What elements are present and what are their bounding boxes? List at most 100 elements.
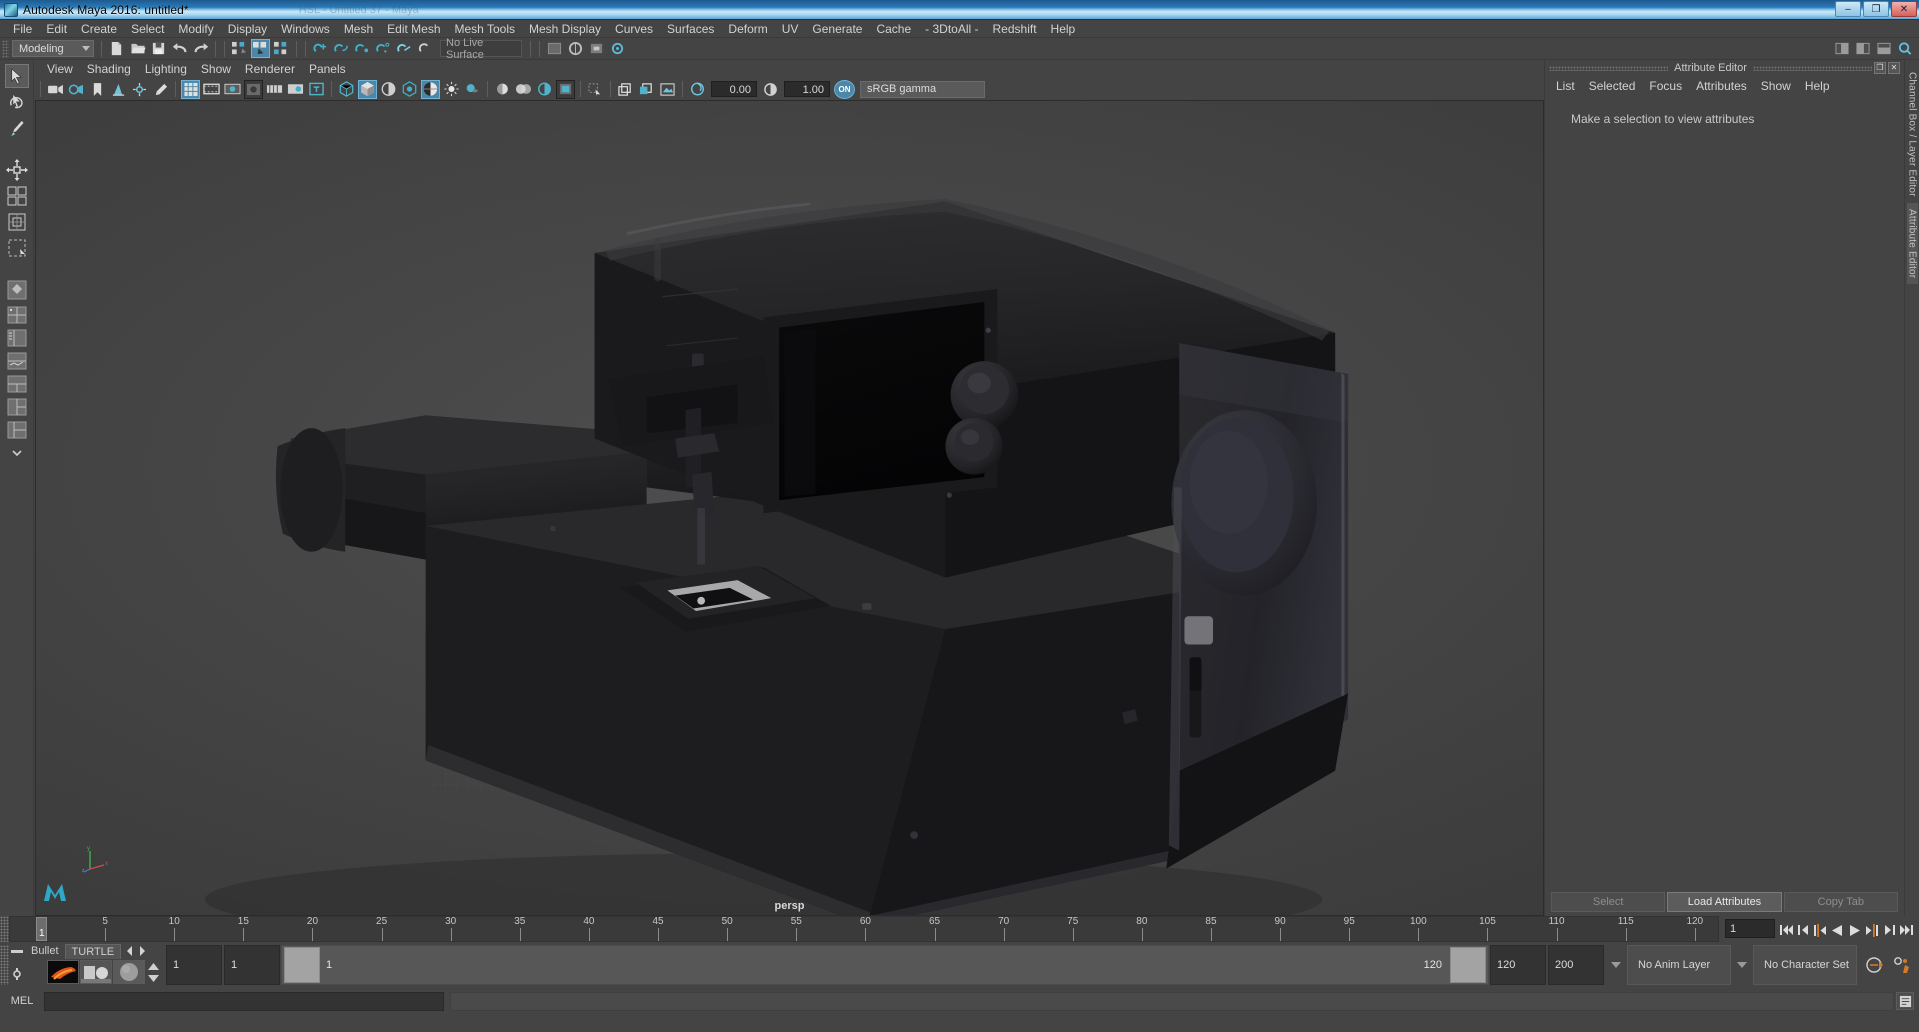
exposure-icon[interactable] xyxy=(688,80,707,99)
anim-layer-field[interactable]: No Anim Layer xyxy=(1627,945,1731,985)
current-time-indicator[interactable]: 1 xyxy=(36,917,47,941)
rotate-tool[interactable] xyxy=(5,184,29,208)
multisample-icon[interactable] xyxy=(535,80,554,99)
textured-icon[interactable] xyxy=(421,79,440,99)
turtle-material-icon[interactable] xyxy=(113,960,145,984)
shelf-tab-bullet[interactable]: Bullet xyxy=(25,944,65,958)
command-language-label[interactable]: MEL xyxy=(0,995,44,1007)
flat-shade-icon[interactable] xyxy=(400,80,419,99)
play-forwards-icon[interactable] xyxy=(1847,920,1862,940)
menu-windows[interactable]: Windows xyxy=(274,20,337,38)
isolate-select-icon[interactable] xyxy=(151,80,170,99)
shelf-menu-icon[interactable] xyxy=(11,949,23,955)
copy-tab-button[interactable]: Copy Tab xyxy=(1783,892,1898,912)
new-scene-icon[interactable] xyxy=(107,39,126,58)
xray-icon[interactable] xyxy=(586,80,605,99)
play-backwards-icon[interactable] xyxy=(1830,920,1845,940)
undo-icon[interactable] xyxy=(170,39,189,58)
perspective-viewport[interactable]: persp y x z xyxy=(35,100,1544,916)
command-input[interactable] xyxy=(44,991,444,1011)
gamma-field[interactable]: 1.00 xyxy=(784,81,830,97)
menu-edit-mesh[interactable]: Edit Mesh xyxy=(380,20,447,38)
ae-menu-help[interactable]: Help xyxy=(1798,77,1837,95)
persp-outliner-layout[interactable] xyxy=(5,327,29,348)
safe-action-icon[interactable] xyxy=(286,80,305,99)
single-perspective-layout[interactable] xyxy=(5,278,29,302)
range-slider-track[interactable]: 1 120 xyxy=(281,945,1489,985)
close-button[interactable]: ✕ xyxy=(1891,1,1917,17)
menuset-selector[interactable]: Modeling xyxy=(12,40,94,57)
step-back-frame-icon[interactable] xyxy=(1796,920,1811,940)
select-by-component-icon[interactable] xyxy=(272,39,291,58)
go-to-start-icon[interactable] xyxy=(1779,920,1794,940)
menu-mesh-display[interactable]: Mesh Display xyxy=(522,20,608,38)
camera-attributes-icon[interactable] xyxy=(67,80,86,99)
load-attributes-button[interactable]: Load Attributes xyxy=(1667,892,1782,912)
current-time-field[interactable]: 1 xyxy=(1725,919,1775,938)
step-forward-key-icon[interactable] xyxy=(1864,920,1879,940)
shelf-tab-turtle[interactable]: TURTLE xyxy=(64,943,122,959)
step-forward-frame-icon[interactable] xyxy=(1881,920,1896,940)
wireframe-icon[interactable] xyxy=(337,80,356,99)
turtle-bake-icon[interactable] xyxy=(47,960,79,984)
ae-menu-selected[interactable]: Selected xyxy=(1582,77,1643,95)
animation-preferences-icon[interactable] xyxy=(1891,955,1911,975)
color-management-toggle[interactable]: ON xyxy=(834,79,855,99)
maximize-button[interactable]: ❐ xyxy=(1863,1,1889,17)
persp-graph-layout[interactable] xyxy=(5,350,29,371)
snap-to-view-plane-icon[interactable] xyxy=(395,39,414,58)
prev-shelf-icon[interactable] xyxy=(126,946,134,956)
animation-end-field[interactable]: 120 xyxy=(1490,945,1546,985)
playback-end-field[interactable]: 200 xyxy=(1548,945,1604,985)
render-settings-icon[interactable] xyxy=(608,39,627,58)
menu-cache[interactable]: Cache xyxy=(869,20,918,38)
resolution-gate-icon[interactable] xyxy=(223,80,242,99)
viewport-menu-renderer[interactable]: Renderer xyxy=(238,60,302,78)
snap-to-curve-icon[interactable] xyxy=(332,39,351,58)
turtle-render-icon[interactable] xyxy=(80,960,112,984)
select-button[interactable]: Select xyxy=(1551,892,1666,912)
menu-curves[interactable]: Curves xyxy=(608,20,660,38)
more-layouts-icon[interactable] xyxy=(5,442,29,463)
motion-blur-icon[interactable] xyxy=(514,80,533,99)
render-icon[interactable] xyxy=(566,39,585,58)
ae-menu-show[interactable]: Show xyxy=(1754,77,1798,95)
open-scene-icon[interactable] xyxy=(128,39,147,58)
select-by-hierarchy-icon[interactable] xyxy=(230,39,249,58)
script-editor-icon[interactable] xyxy=(1896,992,1914,1010)
live-surface-field[interactable]: No Live Surface xyxy=(440,37,522,61)
exposure-field[interactable]: 0.00 xyxy=(711,81,757,97)
toggle-tool-settings-icon[interactable] xyxy=(1874,39,1893,58)
character-set-chevron-down-icon[interactable] xyxy=(1737,962,1747,968)
three-pane-layout[interactable] xyxy=(5,419,29,440)
two-sided-lighting-icon[interactable] xyxy=(130,80,149,99)
statusline-gripper[interactable] xyxy=(2,39,9,58)
select-tool[interactable] xyxy=(4,64,29,88)
shadows-icon[interactable] xyxy=(463,80,482,99)
menu-3dtoall[interactable]: - 3DtoAll - xyxy=(918,20,985,38)
toggle-attribute-editor-icon[interactable] xyxy=(1853,39,1872,58)
ae-menu-focus[interactable]: Focus xyxy=(1642,77,1689,95)
character-set-field[interactable]: No Character Set xyxy=(1753,945,1857,985)
menu-edit[interactable]: Edit xyxy=(39,20,74,38)
two-pane-side-layout[interactable] xyxy=(5,396,29,417)
menu-modify[interactable]: Modify xyxy=(171,20,220,38)
save-scene-icon[interactable] xyxy=(149,39,168,58)
auto-keyframe-icon[interactable] xyxy=(1865,955,1885,975)
animation-start-field[interactable]: 1 xyxy=(166,945,222,985)
range-start-handle[interactable] xyxy=(284,947,320,983)
select-by-object-icon[interactable] xyxy=(251,39,270,58)
screen-space-ao-icon[interactable] xyxy=(556,79,575,99)
undock-icon[interactable]: ❐ xyxy=(1874,62,1887,74)
menu-redshift[interactable]: Redshift xyxy=(986,20,1044,38)
go-to-end-icon[interactable] xyxy=(1898,920,1913,940)
menu-display[interactable]: Display xyxy=(221,20,274,38)
move-tool[interactable] xyxy=(5,158,29,182)
field-chart-icon[interactable] xyxy=(265,80,284,99)
smooth-shade-selected-icon[interactable] xyxy=(379,80,398,99)
panel-drag-dots[interactable] xyxy=(1549,65,1669,71)
shelf-scroll-spinner[interactable] xyxy=(146,960,160,984)
safe-title-icon[interactable] xyxy=(307,80,326,99)
viewport-snapshot-icon[interactable] xyxy=(658,80,677,99)
toggle-channel-box-icon[interactable] xyxy=(1832,39,1851,58)
